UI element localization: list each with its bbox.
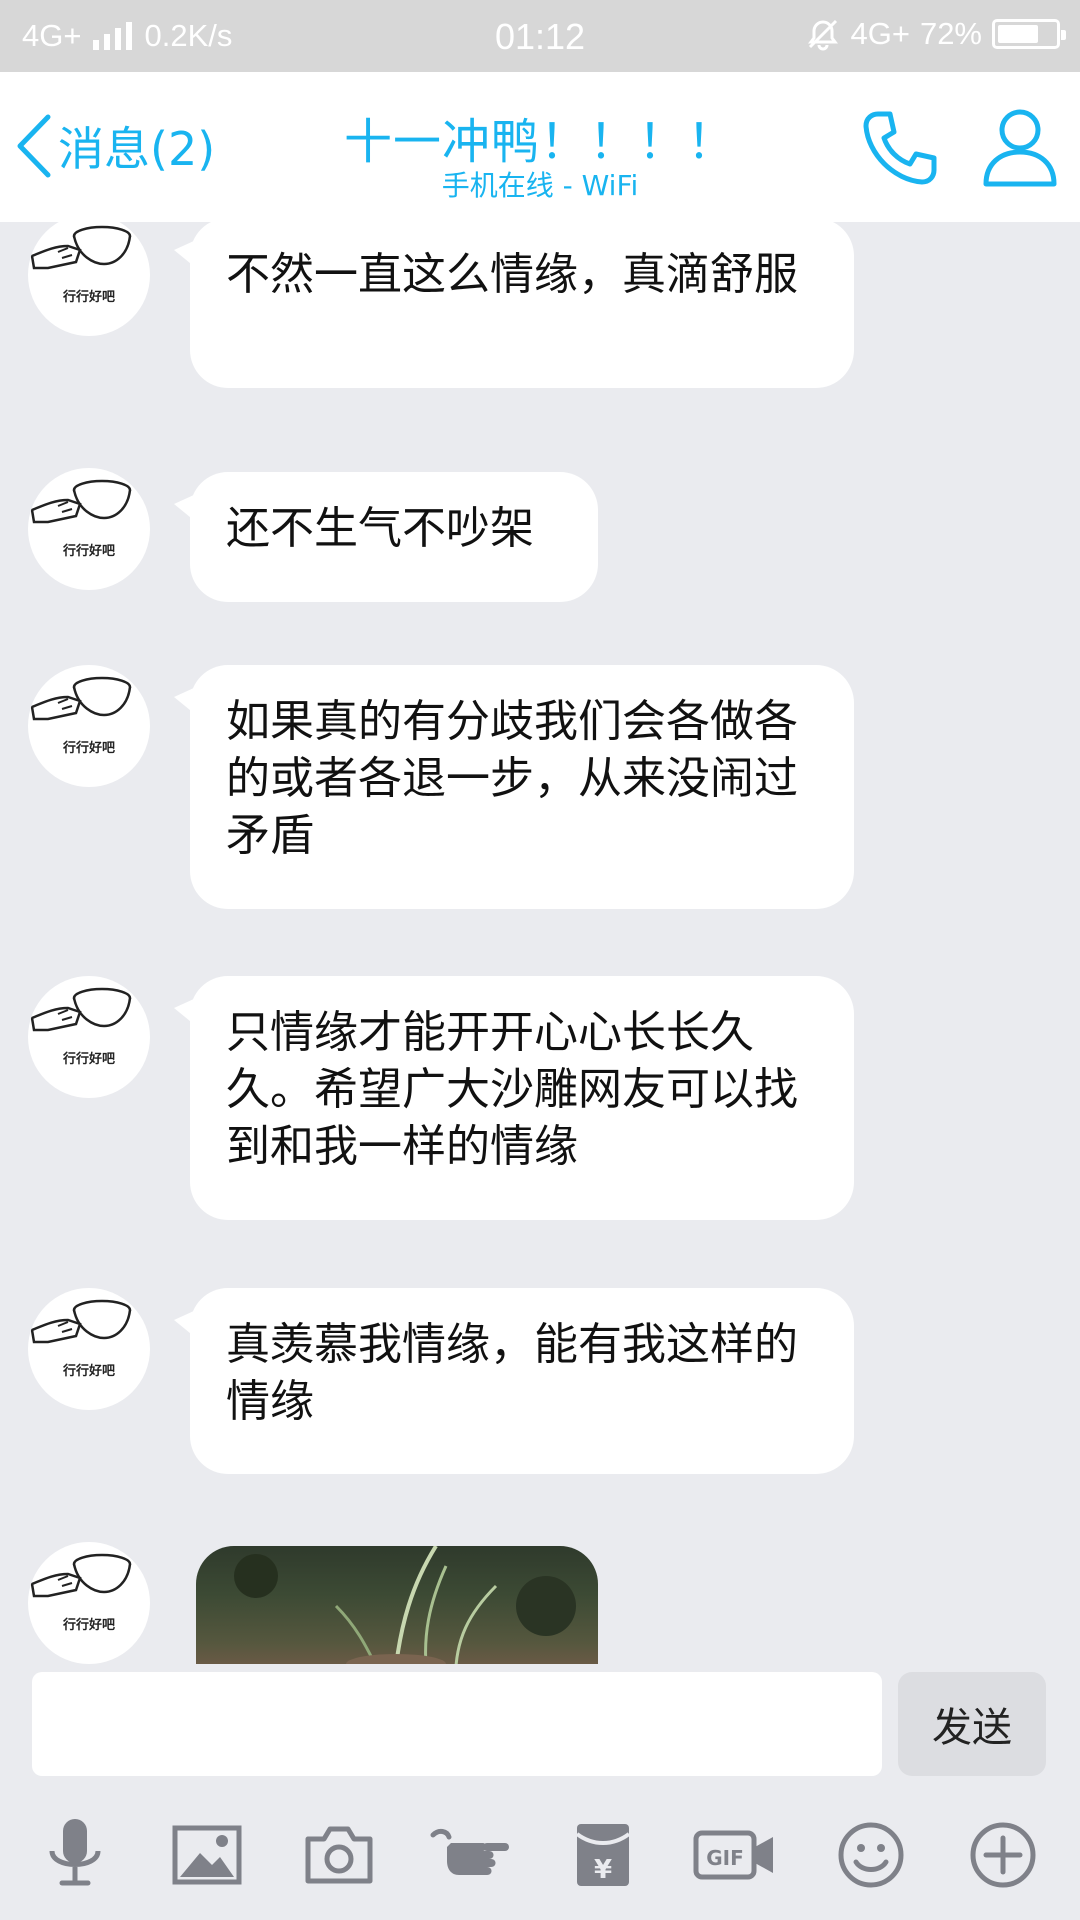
input-bar: 发送 [0, 1664, 1080, 1788]
bowl-hand-icon [30, 987, 132, 1032]
bowl-hand-icon [30, 225, 132, 270]
battery-icon [992, 19, 1066, 49]
avatar[interactable]: 行行好吧 [28, 468, 150, 590]
message-list[interactable]: 行行好吧 不然一直这么情缘，真滴舒服 行行好吧 还不生气不吵架 行行好吧 如果真… [0, 222, 1080, 1664]
avatar-caption: 行行好吧 [62, 290, 115, 305]
svg-text:GIF: GIF [706, 1846, 744, 1870]
chat-header: 消息(2) 十一冲鸭！！！！ 手机在线 - WiFi [0, 72, 1080, 222]
avatar[interactable]: 行行好吧 [28, 665, 150, 787]
red-packet-button[interactable]: ¥ [558, 1810, 648, 1900]
more-button[interactable] [958, 1810, 1048, 1900]
image-message[interactable] [196, 1546, 598, 1664]
avatar[interactable]: 行行好吧 [28, 1288, 150, 1410]
red-packet-icon: ¥ [575, 1824, 631, 1886]
back-label: 消息(2) [58, 122, 216, 176]
avatar[interactable]: 行行好吧 [28, 222, 150, 336]
network-type-right: 4G+ [850, 16, 910, 51]
message-bubble[interactable]: 真羡慕我情缘，能有我这样的情缘 [174, 1288, 854, 1474]
gif-icon: GIF [693, 1830, 773, 1880]
bowl-hand-icon [30, 1553, 132, 1598]
send-button[interactable]: 发送 [898, 1672, 1046, 1776]
message-bubble[interactable]: 如果真的有分歧我们会各做各的或者各退一步，从来没闹过矛盾 [174, 665, 854, 909]
message-text: 不然一直这么情缘，真滴舒服 [226, 249, 798, 300]
status-bar: 4G+ 0.2K/s 01:12 4G+ 72% [0, 0, 1080, 72]
microphone-icon [49, 1819, 101, 1886]
poke-icon [430, 1828, 509, 1875]
avatar-caption: 行行好吧 [62, 741, 115, 756]
message-bubble[interactable]: 还不生气不吵架 [174, 472, 598, 602]
input-toolbar: ¥ GIF [0, 1788, 1080, 1920]
message-text: 只情缘才能开开心心长长久久。希望广大沙雕网友可以找到和我一样的情缘 [226, 1007, 798, 1172]
message-bubble[interactable]: 只情缘才能开开心心长长久久。希望广大沙雕网友可以找到和我一样的情缘 [174, 976, 854, 1220]
message-input[interactable] [32, 1672, 882, 1776]
avatar[interactable]: 行行好吧 [28, 976, 150, 1098]
emoji-button[interactable] [826, 1810, 916, 1900]
gif-button[interactable]: GIF [690, 1810, 780, 1900]
grass-photo [234, 1546, 576, 1664]
avatar-caption: 行行好吧 [62, 1052, 115, 1067]
call-button[interactable] [860, 108, 940, 188]
camera-button[interactable] [294, 1810, 384, 1900]
avatar-caption: 行行好吧 [62, 1364, 115, 1379]
chat-title: 十一冲鸭！！！！ [343, 114, 736, 170]
poke-button[interactable] [426, 1810, 516, 1900]
message-text: 如果真的有分歧我们会各做各的或者各退一步，从来没闹过矛盾 [226, 696, 798, 861]
album-button[interactable] [162, 1810, 252, 1900]
plus-icon [970, 1822, 1036, 1888]
bowl-hand-icon [30, 479, 132, 524]
voice-button[interactable] [30, 1810, 120, 1900]
image-icon [172, 1825, 242, 1885]
back-button[interactable]: 消息(2) [14, 108, 215, 184]
avatar-caption: 行行好吧 [62, 544, 115, 559]
profile-button[interactable] [980, 106, 1060, 188]
emoji-icon [838, 1822, 904, 1888]
battery-level [998, 25, 1039, 43]
message-text: 真羡慕我情缘，能有我这样的情缘 [226, 1319, 798, 1427]
message-bubble[interactable]: 不然一直这么情缘，真滴舒服 [174, 222, 854, 388]
online-status: 手机在线 - WiFi [441, 169, 639, 202]
avatar-caption: 行行好吧 [62, 1618, 115, 1633]
bowl-hand-icon [30, 1299, 132, 1344]
phone-icon [863, 111, 937, 185]
avatar[interactable]: 行行好吧 [28, 1542, 150, 1664]
chevron-left-icon [17, 114, 51, 178]
person-icon [983, 109, 1057, 187]
bowl-hand-icon [30, 676, 132, 721]
battery-percent: 72% [919, 16, 982, 51]
svg-text:¥: ¥ [594, 1855, 612, 1885]
message-text: 还不生气不吵架 [226, 503, 534, 554]
alarm-off-icon [808, 19, 839, 51]
camera-icon [305, 1826, 373, 1884]
